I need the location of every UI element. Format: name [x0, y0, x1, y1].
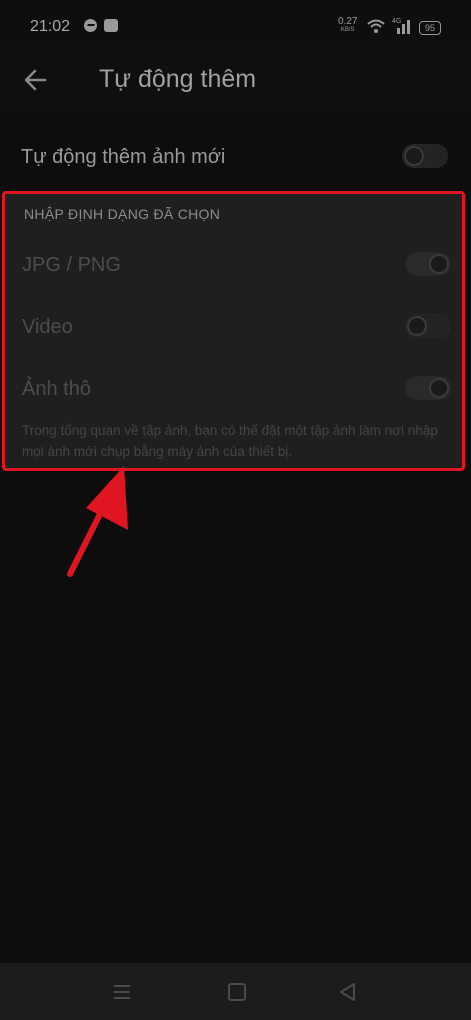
messenger-icon — [84, 19, 97, 32]
section-note: Trong tổng quan về tập ảnh, bạn có thể đ… — [22, 423, 438, 459]
network-speed: 0.27 KB/S — [338, 17, 357, 35]
toggle-knob — [429, 378, 449, 398]
option-jpg-png-label: JPG / PNG — [22, 254, 121, 276]
app-notification-icon — [104, 19, 118, 32]
option-raw-label: Ảnh thô — [22, 378, 91, 400]
arrow-left-icon[interactable] — [21, 66, 49, 94]
section-header: NHẬP ĐỊNH DẠNG ĐÃ CHỌN — [24, 206, 221, 222]
toggle-knob — [404, 146, 424, 166]
status-time: 21:02 — [30, 18, 71, 35]
option-video-label: Video — [22, 316, 73, 338]
system-nav-bar — [0, 963, 471, 1020]
home-icon[interactable] — [228, 983, 246, 1001]
annotation-arrow-icon — [67, 466, 128, 577]
auto-add-setting-row[interactable]: Tự động thêm ảnh mới — [0, 128, 471, 184]
signal-icon — [397, 20, 410, 34]
notification-icons — [84, 19, 118, 32]
back-triangle-icon[interactable] — [338, 982, 356, 1002]
import-formats-section: NHẬP ĐỊNH DẠNG ĐÃ CHỌN JPG / PNG Video Ả… — [2, 191, 465, 471]
menu-icon[interactable] — [114, 985, 130, 1003]
app-bar: Tự động thêm — [0, 46, 471, 114]
option-raw-toggle[interactable] — [405, 376, 451, 400]
network-speed-unit: KB/S — [340, 27, 355, 33]
auto-add-label: Tự động thêm ảnh mới — [21, 146, 226, 168]
auto-add-toggle[interactable] — [402, 144, 448, 168]
status-bar: 21:02 0.27 KB/S 4G 95 — [0, 0, 471, 46]
wifi-icon — [367, 19, 385, 33]
option-video-toggle[interactable] — [405, 314, 451, 338]
page-title: Tự động thêm — [99, 65, 257, 93]
toggle-knob — [407, 316, 427, 336]
option-jpg-png-toggle[interactable] — [405, 252, 451, 276]
battery-icon: 95 — [419, 21, 441, 35]
toggle-knob — [429, 254, 449, 274]
